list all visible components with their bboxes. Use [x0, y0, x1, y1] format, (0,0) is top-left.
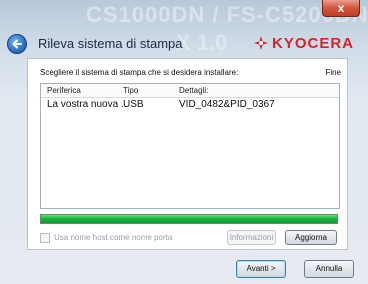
content-panel: Scegliere il sistema di stampa che si de… [27, 58, 348, 250]
refresh-button[interactable]: Aggiorna [285, 230, 337, 245]
details-cell: VID_0482&PID_0367 [179, 99, 275, 110]
progress-fill [41, 215, 337, 223]
list-header: Periferica Tipo Dettagli: [41, 84, 339, 98]
install-wizard-window: CS1000DN / FS-C5200DN / FS-C5 X 1.0 x Ri… [0, 0, 368, 284]
window-title: Rileva sistema di stampa [38, 36, 183, 51]
cancel-button[interactable]: Annulla [304, 260, 354, 278]
logo-text: KYOCERA [271, 34, 354, 52]
printer-list[interactable]: Periferica Tipo Dettagli: La vostra nuov… [40, 83, 340, 209]
back-button[interactable] [7, 34, 27, 54]
device-cell: La vostra nuova ... [47, 99, 130, 110]
use-host-name-label: Usa nome host come nome porta [54, 233, 173, 242]
status-text: Fine [325, 68, 341, 77]
column-header-details[interactable]: Dettagli: [179, 86, 208, 95]
type-cell: USB [123, 99, 144, 110]
back-arrow-icon [12, 39, 22, 49]
progress-bar [40, 214, 338, 224]
use-host-name-checkbox[interactable] [40, 233, 50, 243]
banner-background-text-2: X 1.0 [176, 30, 228, 55]
column-header-device[interactable]: Periferica [47, 86, 81, 95]
kyocera-logo: KYOCERA [253, 34, 354, 52]
next-button[interactable]: Avanti > [236, 260, 286, 278]
column-header-type[interactable]: Tipo [123, 86, 138, 95]
instruction-text: Scegliere il sistema di stampa che si de… [40, 68, 239, 77]
close-button[interactable]: x [322, 0, 360, 17]
header-banner: CS1000DN / FS-C5200DN / FS-C5 X 1.0 [0, 0, 368, 66]
info-button[interactable]: Informazioni [227, 230, 276, 245]
list-item[interactable]: La vostra nuova ... USB VID_0482&PID_036… [41, 98, 339, 112]
kyocera-logo-icon [253, 36, 268, 50]
